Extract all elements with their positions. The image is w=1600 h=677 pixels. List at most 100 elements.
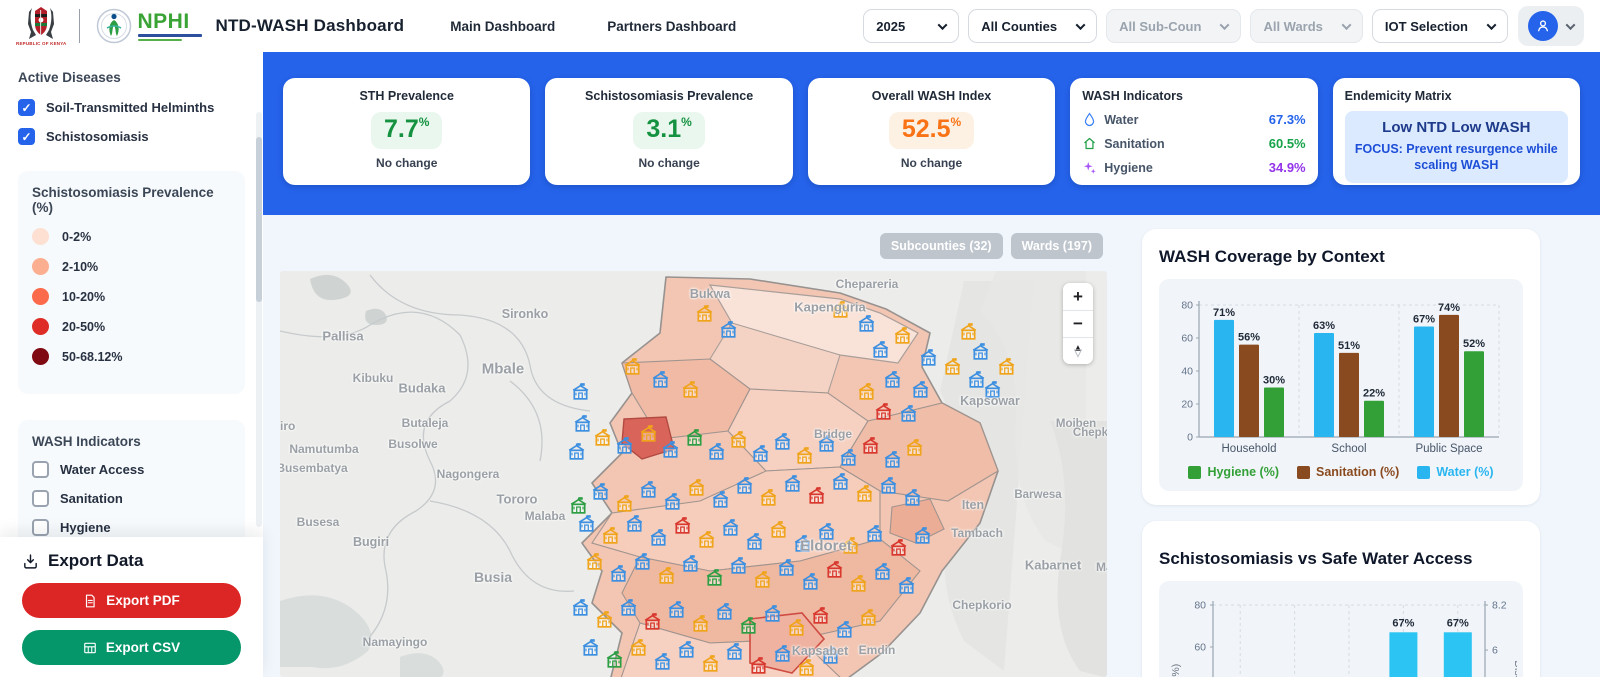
wash-checkbox-list: Water AccessSanitationHygiene✓Overall WA… <box>32 461 231 537</box>
nav-main-dashboard[interactable]: Main Dashboard <box>450 19 555 34</box>
svg-text:60: 60 <box>1194 642 1206 654</box>
header-filter-group: 2025All CountiesAll Sub-CounAll WardsIOT… <box>863 9 1508 43</box>
bar-Household-Hygiene (%) <box>1264 388 1284 438</box>
bar-School-Hygiene (%) <box>1364 401 1384 437</box>
home-icon <box>1082 136 1097 151</box>
wash-filter-0-label: Water Access <box>60 462 144 477</box>
filter-select-2025[interactable]: 2025 <box>863 9 959 43</box>
sparkles-icon <box>1082 160 1097 175</box>
zoom-in-button[interactable]: + <box>1063 283 1093 310</box>
prevalence-legend-card: Schistosomiasis Prevalence (%) 0-2%2-10%… <box>18 171 245 394</box>
svg-text:Disease (%): Disease (%) <box>1512 660 1517 677</box>
legend-item-label: 2-10% <box>62 260 98 274</box>
legend-item-label: 10-20% <box>62 290 105 304</box>
svg-text:30%: 30% <box>1263 375 1285 387</box>
indicator-row-sanitation: Sanitation60.5% <box>1082 136 1305 151</box>
indicator-label: Hygiene <box>1104 161 1153 175</box>
chevron-down-icon <box>1341 20 1351 30</box>
active-diseases-title: Active Diseases <box>18 70 245 85</box>
kpi-title: Overall WASH Index <box>820 89 1043 103</box>
choropleth-map[interactable]: ChepareriaBukwaKapenguriaSironkoPallisaM… <box>280 271 1107 677</box>
legend-item: 2-10% <box>32 258 231 275</box>
logo-group: REPUBLIC OF KENYA NPHI <box>16 6 202 46</box>
map-tilt-button[interactable]: ▲▽ <box>1063 337 1093 364</box>
wash-filter-0-checkbox[interactable] <box>32 461 49 478</box>
kpi-change: No change <box>820 156 1043 170</box>
indicator-label: Water <box>1104 113 1138 127</box>
indicator-row-water: Water67.3% <box>1082 112 1305 127</box>
export-pdf-button[interactable]: Export PDF <box>22 583 241 618</box>
sidebar: Active Diseases ✓Soil-Transmitted Helmin… <box>0 52 263 677</box>
legend-item-Sanitation (%): Sanitation (%) <box>1297 465 1399 479</box>
wash-filter-2: Hygiene <box>32 519 231 536</box>
wards-toggle-button[interactable]: Wards (197) <box>1011 233 1103 259</box>
svg-text:67%: 67% <box>1392 617 1414 629</box>
svg-text:WASH (%): WASH (%) <box>1170 664 1182 677</box>
prevalence-legend-title: Schistosomiasis Prevalence (%) <box>32 185 231 215</box>
filter-select-iot-selection[interactable]: IOT Selection <box>1372 9 1508 43</box>
disease-1: ✓Schistosomiasis <box>18 128 245 145</box>
charts-column: WASH Coverage by Context 02040608071%56%… <box>1142 229 1540 677</box>
legend-item-Water (%): Water (%) <box>1417 465 1493 479</box>
bar-Public Space-Water (%) <box>1414 326 1434 437</box>
bar-Household-Water (%) <box>1214 320 1234 437</box>
endemicity-title: Endemicity Matrix <box>1345 89 1568 103</box>
wash-filter-1-label: Sanitation <box>60 491 123 506</box>
svg-text:Public Space: Public Space <box>1415 443 1482 455</box>
filter-select-all-wards: All Wards <box>1250 9 1362 43</box>
svg-text:67%: 67% <box>1413 313 1435 325</box>
indicator-value: 60.5% <box>1269 136 1306 151</box>
combo-chart-canvas: 20406080368.2WASH (%)Disease (%)67%67% <box>1165 591 1517 677</box>
tilt-arrows-icon: ▲▽ <box>1073 346 1083 357</box>
nphi-tagline-bar <box>138 34 202 37</box>
legend-item: 50-68.12% <box>32 348 231 365</box>
kpi-value: 7.7 <box>384 115 419 143</box>
wash-filter-0: Water Access <box>32 461 231 478</box>
filter-value: All Wards <box>1263 19 1322 34</box>
nphi-wordmark: NPHI <box>138 11 202 32</box>
sidebar-scrollbar-thumb[interactable] <box>256 137 262 302</box>
pdf-file-icon <box>83 594 97 608</box>
svg-text:20: 20 <box>1181 399 1193 411</box>
legend-color-dot <box>32 348 49 365</box>
user-menu-button[interactable] <box>1518 6 1584 46</box>
legend-color-dot <box>32 288 49 305</box>
legend-swatch <box>1417 466 1430 479</box>
main-nav: Main Dashboard Partners Dashboard <box>450 19 736 34</box>
kpi-unit: % <box>681 115 692 129</box>
app-header: REPUBLIC OF KENYA NPHI NTD-WASH Dashboar… <box>0 0 1600 52</box>
filter-select-all-counties[interactable]: All Counties <box>968 9 1097 43</box>
kpi-change: No change <box>295 156 518 170</box>
disease-0-checkbox[interactable]: ✓ <box>18 99 35 116</box>
svg-text:67%: 67% <box>1447 617 1469 629</box>
svg-text:74%: 74% <box>1438 302 1460 314</box>
legend-item: 20-50% <box>32 318 231 335</box>
wash-indicators-filter-card: WASH Indicators Water AccessSanitationHy… <box>18 420 245 537</box>
nav-partners-dashboard[interactable]: Partners Dashboard <box>607 19 736 34</box>
kpi-value: 52.5 <box>902 115 951 143</box>
indicator-value: 34.9% <box>1269 160 1306 175</box>
nphi-tagline-bar2 <box>138 39 182 41</box>
wash-indicators-card: WASH Indicators Water67.3%Sanitation60.5… <box>1070 78 1317 185</box>
zoom-out-button[interactable]: − <box>1063 310 1093 337</box>
bar-School-Sanitation (%) <box>1339 353 1359 437</box>
wash-coverage-chart-panel: 02040608071%56%30%Household63%51%22%Scho… <box>1159 279 1523 491</box>
legend-swatch <box>1297 466 1310 479</box>
sidebar-scroll-area: Active Diseases ✓Soil-Transmitted Helmin… <box>0 52 255 537</box>
svg-text:8.2: 8.2 <box>1492 600 1507 612</box>
avatar <box>1528 11 1558 41</box>
export-csv-button[interactable]: Export CSV <box>22 630 241 665</box>
svg-text:School: School <box>1331 443 1366 455</box>
csv-table-icon <box>83 641 97 655</box>
wash-filter-1: Sanitation <box>32 490 231 507</box>
wash-filter-2-checkbox[interactable] <box>32 519 49 536</box>
legend-swatch <box>1188 466 1201 479</box>
wash-filter-1-checkbox[interactable] <box>32 490 49 507</box>
logo-divider <box>79 9 80 43</box>
bar-Public Space-Sanitation (%) <box>1439 315 1459 437</box>
schisto-water-chart-title: Schistosomiasis vs Safe Water Access <box>1159 549 1523 569</box>
disease-1-checkbox[interactable]: ✓ <box>18 128 35 145</box>
svg-text:60: 60 <box>1181 333 1193 345</box>
page-title: NTD-WASH Dashboard <box>216 16 405 36</box>
subcounties-toggle-button[interactable]: Subcounties (32) <box>880 233 1003 259</box>
